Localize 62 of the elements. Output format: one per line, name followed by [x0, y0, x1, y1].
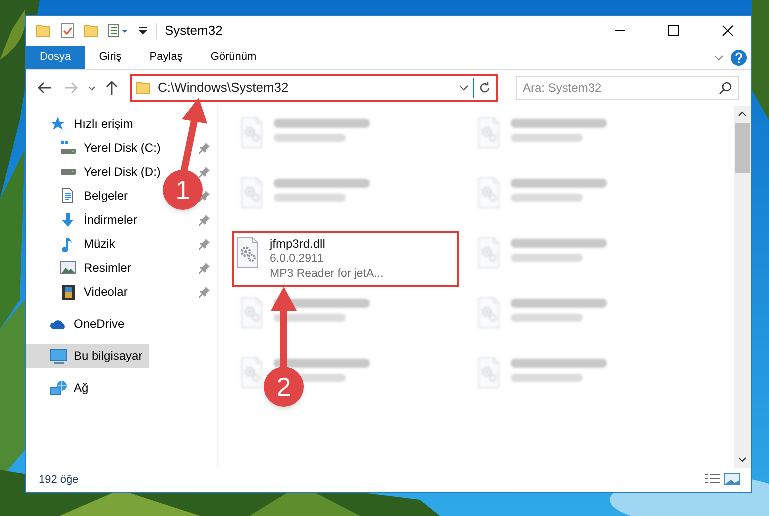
- globe-computer-icon: [50, 380, 68, 396]
- blurred-text: [511, 314, 583, 322]
- pin-icon[interactable]: [199, 166, 211, 178]
- pin-icon[interactable]: [199, 286, 211, 298]
- blurred-text: [274, 314, 346, 322]
- search-field[interactable]: Ara: System32: [516, 76, 739, 100]
- large-icons-view-icon[interactable]: [723, 472, 743, 488]
- blurred-text: [274, 134, 346, 142]
- blurred-file-icon: [240, 177, 264, 209]
- drive-icon: [60, 140, 78, 156]
- nav-item[interactable]: Videolar: [26, 280, 134, 304]
- file-detail: MP3 Reader for jetA...: [270, 267, 384, 282]
- folder-icon[interactable]: [84, 23, 100, 39]
- blurred-file-icon: [477, 237, 501, 269]
- pin-icon[interactable]: [199, 142, 211, 154]
- nav-item[interactable]: Müzik: [26, 232, 122, 256]
- blurred-text: [511, 374, 583, 382]
- nav-item[interactable]: Ağ: [26, 376, 95, 400]
- item-count: 192 öğe: [39, 472, 80, 488]
- blurred-text: [274, 194, 346, 202]
- monitor-icon: [50, 348, 68, 364]
- blurred-file-icon: [477, 357, 501, 389]
- search-icon[interactable]: [719, 81, 733, 95]
- nav-item[interactable]: Resimler: [26, 256, 138, 280]
- ribbon-tab[interactable]: Dosya: [26, 46, 86, 69]
- pin-icon[interactable]: [199, 262, 211, 274]
- nav-item[interactable]: Bu bilgisayar: [26, 344, 149, 368]
- pin-icon[interactable]: [199, 190, 211, 202]
- pin-icon[interactable]: [199, 214, 211, 226]
- address-bar[interactable]: C:\Windows\System32: [130, 74, 498, 102]
- file-name: jfmp3rd.dll: [270, 237, 326, 252]
- ribbon-tab[interactable]: Görünüm: [196, 46, 271, 69]
- ribbon-tab[interactable]: Paylaş: [136, 46, 197, 69]
- blurred-text: [511, 254, 583, 262]
- film-icon: [60, 284, 78, 300]
- nav-item[interactable]: Belgeler: [26, 184, 134, 208]
- blurred-file-icon: [477, 117, 501, 149]
- blurred-file-icon: [477, 177, 501, 209]
- nav-item[interactable]: Yerel Disk (C:): [26, 136, 167, 160]
- address-path: C:\Windows\System32: [157, 79, 290, 98]
- blurred-file-icon: [477, 297, 501, 329]
- drive-icon: [60, 168, 78, 176]
- window-title: System32: [165, 22, 223, 40]
- blurred-text: [511, 194, 583, 202]
- checklist-icon[interactable]: [60, 23, 76, 39]
- blurred-file-icon: [240, 297, 264, 329]
- nav-item[interactable]: İndirmeler: [26, 208, 144, 232]
- blurred-file-icon: [240, 117, 264, 149]
- blurred-file-icon: [240, 357, 264, 389]
- folder-icon[interactable]: [36, 23, 52, 39]
- image-icon: [60, 260, 78, 276]
- scrollbar[interactable]: [734, 106, 751, 468]
- pin-icon[interactable]: [199, 238, 211, 250]
- ribbon-tab[interactable]: Giriş: [85, 46, 136, 69]
- gear-file-icon: [236, 237, 260, 269]
- nav-item[interactable]: Hızlı erişim: [26, 112, 140, 136]
- scrollbar-thumb[interactable]: [735, 123, 750, 173]
- blurred-text: [511, 134, 583, 142]
- file-detail: 6.0.0.2911: [270, 252, 325, 267]
- properties-icon[interactable]: [108, 23, 130, 39]
- file-tile[interactable]: jfmp3rd.dll 6.0.0.2911 MP3 Reader for jetA...: [232, 231, 459, 287]
- nav-item[interactable]: OneDrive: [26, 312, 131, 336]
